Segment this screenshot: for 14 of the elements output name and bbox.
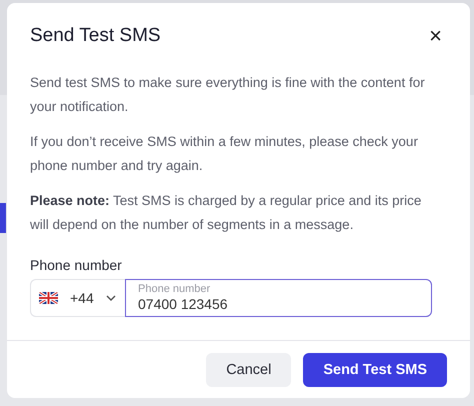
dialog-paragraph: Please note: Test SMS is charged by a regular price and its price will depend on the number of segments in a message. — [30, 192, 422, 234]
floating-label: Phone number — [138, 283, 212, 295]
flag-icon — [39, 292, 58, 304]
phone-field[interactable]: Phone number 07400 123456 — [125, 279, 432, 317]
dialog-title: Send Test SMS — [30, 25, 161, 47]
cancel-button[interactable]: Cancel — [206, 353, 292, 387]
field-value: 07400 123456 — [138, 295, 229, 313]
send-button[interactable]: Send Test SMS — [303, 353, 447, 387]
caret-icon — [106, 295, 116, 301]
dialog-paragraph: Send test SMS to make sure everything is fine with the content for your notification. — [30, 74, 426, 116]
country-select[interactable]: +44 — [30, 279, 125, 317]
field-label: Phone number — [30, 257, 123, 273]
close-button[interactable]: × — [425, 25, 446, 47]
dialog-paragraph: If you don’t receive SMS within a few minutes, please check your phone number and try again. — [30, 133, 419, 175]
